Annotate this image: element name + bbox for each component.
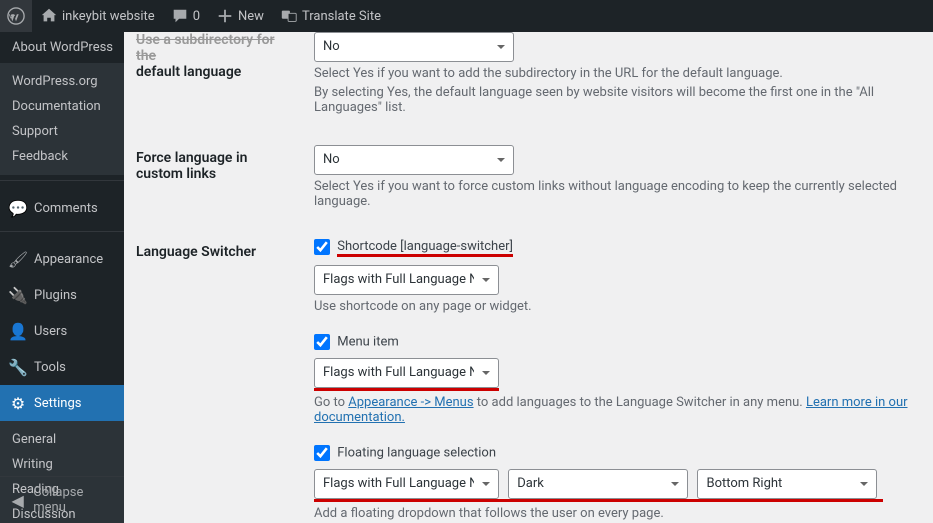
plus-icon xyxy=(216,7,234,25)
about-submenu: WordPress.org Documentation Support Feed… xyxy=(0,63,124,175)
new-content-link[interactable]: New xyxy=(208,0,272,32)
comment-icon xyxy=(171,7,189,25)
admin-sidebar: About WordPress WordPress.org Documentat… xyxy=(0,32,124,523)
menu-settings[interactable]: ⚙Settings xyxy=(0,385,124,421)
subdir-desc1: Select Yes if you want to add the subdir… xyxy=(314,66,923,81)
translate-label: Translate Site xyxy=(302,9,381,24)
switcher-label: Language Switcher xyxy=(124,224,304,523)
menu-appearance[interactable]: 🖌Appearance xyxy=(0,241,124,277)
force-desc: Select Yes if you want to force custom l… xyxy=(314,179,923,209)
menuitem-checkbox[interactable] xyxy=(314,334,330,350)
sub-wordpress-org[interactable]: WordPress.org xyxy=(0,69,124,94)
shortcode-label: Shortcode [language-switcher] xyxy=(337,239,513,254)
comments-link[interactable]: 0 xyxy=(163,0,208,32)
floating-label: Floating language selection xyxy=(337,446,496,461)
current-arrow-icon xyxy=(116,395,124,411)
menuitem-label: Menu item xyxy=(337,335,399,350)
collapse-icon: ◀ xyxy=(8,490,27,510)
site-name: inkeybit website xyxy=(62,9,155,24)
wrench-icon: 🔧 xyxy=(8,357,28,377)
shortcode-select[interactable]: Flags with Full Language Names xyxy=(314,265,499,295)
about-wordpress-item[interactable]: About WordPress xyxy=(0,32,124,63)
menuitem-desc: Go to Appearance -> Menus to add languag… xyxy=(314,395,923,425)
floating-theme-select[interactable]: Dark xyxy=(508,469,688,499)
sub-writing[interactable]: Writing xyxy=(0,452,124,477)
home-icon xyxy=(40,7,58,25)
site-name-link[interactable]: inkeybit website xyxy=(32,0,163,32)
appearance-menus-link[interactable]: Appearance -> Menus xyxy=(348,395,473,410)
menu-plugins[interactable]: 🔌Plugins xyxy=(0,277,124,313)
menu-users[interactable]: 👤Users xyxy=(0,313,124,349)
translate-icon xyxy=(280,7,298,25)
shortcode-desc: Use shortcode on any page or widget. xyxy=(314,299,923,314)
brush-icon: 🖌 xyxy=(8,249,28,269)
floating-style-select[interactable]: Flags with Full Language Names xyxy=(314,469,499,499)
sub-feedback[interactable]: Feedback xyxy=(0,144,124,169)
subdir-label: Use a subdirectory for the default langu… xyxy=(124,32,304,130)
shortcode-checkbox[interactable] xyxy=(314,239,330,255)
menuitem-select[interactable]: Flags with Full Language Names xyxy=(314,358,499,388)
comment-icon: 💬 xyxy=(8,198,28,218)
sub-support[interactable]: Support xyxy=(0,119,124,144)
user-icon: 👤 xyxy=(8,321,28,341)
new-label: New xyxy=(238,9,264,24)
sub-general[interactable]: General xyxy=(0,427,124,452)
settings-content: Use a subdirectory for the default langu… xyxy=(124,32,933,523)
wordpress-logo[interactable] xyxy=(0,0,32,32)
comments-count: 0 xyxy=(193,9,200,24)
force-select[interactable]: No xyxy=(314,145,514,175)
menu-comments[interactable]: 💬Comments xyxy=(0,190,124,226)
floating-position-select[interactable]: Bottom Right xyxy=(697,469,877,499)
plugin-icon: 🔌 xyxy=(8,285,28,305)
collapse-menu[interactable]: ◀Collapse menu xyxy=(0,476,124,523)
force-label: Force language in custom links xyxy=(124,130,304,224)
menu-tools[interactable]: 🔧Tools xyxy=(0,349,124,385)
translate-site-link[interactable]: Translate Site xyxy=(272,0,389,32)
subdir-select[interactable]: No xyxy=(314,32,514,62)
sub-documentation[interactable]: Documentation xyxy=(0,94,124,119)
subdir-desc2: By selecting Yes, the default language s… xyxy=(314,85,923,115)
floating-desc: Add a floating dropdown that follows the… xyxy=(314,506,923,521)
admin-toolbar: inkeybit website 0 New Translate Site xyxy=(0,0,933,32)
floating-checkbox[interactable] xyxy=(314,445,330,461)
sliders-icon: ⚙ xyxy=(8,393,28,413)
